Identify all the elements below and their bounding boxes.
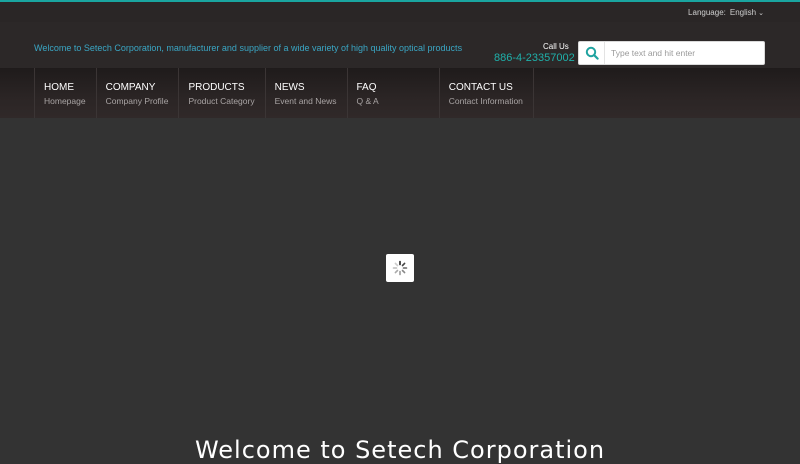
nav-item-title: COMPANY	[105, 82, 156, 93]
language-value[interactable]: English	[730, 8, 756, 17]
main-nav: HOME Homepage COMPANY Company Profile PR…	[0, 68, 800, 118]
nav-item-title: PRODUCTS	[188, 82, 245, 93]
nav-item-subtitle: Homepage	[44, 96, 86, 106]
phone-number[interactable]: 886-4-23357002	[494, 52, 575, 64]
search-input[interactable]	[611, 45, 759, 61]
top-bar: Language: English ⌄	[0, 2, 800, 22]
nav-item-products[interactable]: PRODUCTS Product Category	[178, 68, 264, 118]
nav-item-home[interactable]: HOME Homepage	[34, 68, 96, 118]
nav-item-contact-us[interactable]: CONTACT US Contact Information	[438, 68, 534, 118]
welcome-heading: Welcome to Setech Corporation	[194, 436, 606, 464]
search-icon[interactable]	[579, 42, 605, 64]
nav-item-subtitle: Q & A	[356, 96, 379, 106]
nav-item-subtitle: Product Category	[188, 96, 255, 106]
search-box	[578, 41, 765, 65]
language-selector[interactable]: Language: English ⌄	[688, 8, 764, 17]
spinner-icon	[392, 260, 408, 276]
call-us-label: Call Us	[543, 42, 569, 51]
nav-item-subtitle: Contact Information	[448, 96, 523, 106]
nav-item-title: NEWS	[274, 82, 305, 93]
nav-item-title: CONTACT US	[448, 82, 513, 93]
nav-item-subtitle: Event and News	[274, 96, 337, 106]
nav-item-faq[interactable]: FAQ Q & A	[346, 68, 439, 118]
slider-loader	[386, 254, 414, 282]
nav-item-news[interactable]: NEWS Event and News	[264, 68, 347, 118]
marquee-text: Welcome to Setech Corporation, manufactu…	[34, 43, 463, 53]
nav-item-company[interactable]: COMPANY Company Profile	[95, 68, 179, 118]
news-marquee: Welcome to Setech Corporation, manufactu…	[34, 42, 574, 54]
nav-item-title: FAQ	[356, 82, 377, 93]
site-header: Welcome to Setech Corporation, manufactu…	[0, 22, 800, 68]
language-label: Language:	[688, 8, 726, 17]
nav-item-subtitle: Company Profile	[105, 96, 169, 106]
chevron-down-icon[interactable]: ⌄	[758, 9, 764, 17]
nav-item-title: HOME	[44, 82, 74, 93]
